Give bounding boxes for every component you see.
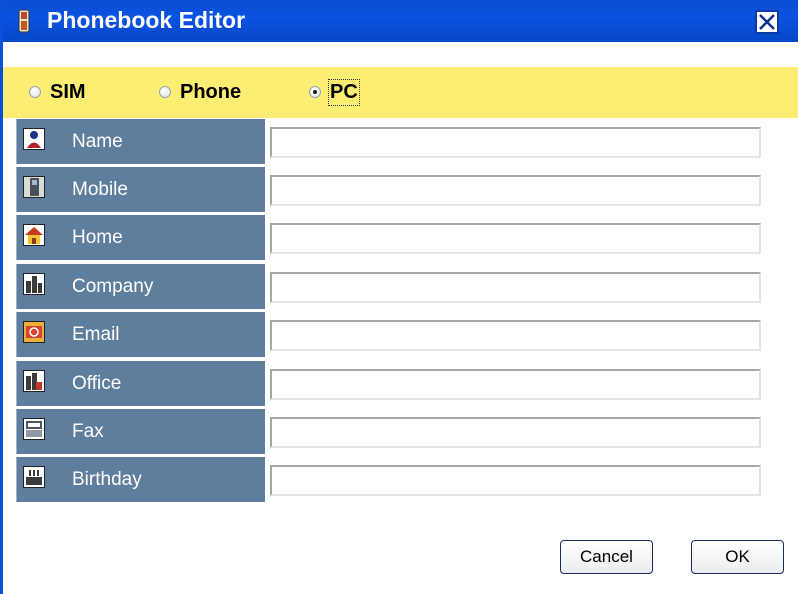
radio-sim[interactable]: SIM — [29, 78, 86, 106]
source-selector-bar: SIM Phone PC — [3, 67, 798, 118]
field-label-office: Office — [72, 373, 122, 394]
radio-sim-label: SIM — [50, 80, 86, 103]
radio-button[interactable] — [159, 86, 171, 98]
field-row-birthday: Birthday — [3, 457, 798, 502]
cancel-button[interactable]: Cancel — [560, 540, 653, 574]
window-title: Phonebook Editor — [47, 7, 246, 33]
fax-icon — [23, 418, 45, 440]
radio-button-selected[interactable] — [309, 86, 321, 98]
field-row-email: Email — [3, 312, 798, 357]
company-building-icon — [23, 273, 45, 295]
field-row-office: Office — [3, 361, 798, 406]
field-label-cell: Office — [16, 361, 265, 406]
field-label-cell: Mobile — [16, 167, 265, 212]
person-icon — [23, 128, 45, 150]
title-bar[interactable]: Phonebook Editor — [3, 0, 798, 42]
birthday-cake-icon — [23, 466, 45, 488]
email-field[interactable] — [270, 320, 761, 351]
field-label-cell: Company — [16, 264, 265, 309]
name-field[interactable] — [270, 127, 761, 158]
radio-phone[interactable]: Phone — [159, 78, 241, 106]
field-label-birthday: Birthday — [72, 469, 142, 490]
office-field[interactable] — [270, 369, 761, 400]
field-label-fax: Fax — [72, 421, 104, 442]
field-label-cell: Email — [16, 312, 265, 357]
field-row-name: Name — [3, 119, 798, 164]
field-row-fax: Fax — [3, 409, 798, 454]
field-label-company: Company — [72, 276, 154, 297]
fax-field[interactable] — [270, 417, 761, 448]
field-row-home: Home — [3, 215, 798, 260]
field-row-mobile: Mobile — [3, 167, 798, 212]
company-field[interactable] — [270, 272, 761, 303]
radio-phone-label: Phone — [180, 80, 242, 103]
close-button[interactable] — [755, 10, 779, 34]
field-label-cell: Name — [16, 119, 265, 164]
phonebook-editor-window: Phonebook Editor SIM Phone PC Name Mobil… — [0, 0, 798, 594]
radio-button[interactable] — [29, 86, 41, 98]
field-label-mobile: Mobile — [72, 179, 128, 200]
field-label-cell: Fax — [16, 409, 265, 454]
field-label-name: Name — [72, 131, 123, 152]
field-label-cell: Home — [16, 215, 265, 260]
mobile-field[interactable] — [270, 175, 761, 206]
ok-button[interactable]: OK — [691, 540, 784, 574]
home-field[interactable] — [270, 223, 761, 254]
radio-pc-label: PC — [328, 78, 360, 106]
close-icon — [759, 14, 775, 30]
birthday-field[interactable] — [270, 465, 761, 496]
radio-pc[interactable]: PC — [309, 78, 360, 106]
field-label-home: Home — [72, 227, 123, 248]
field-row-company: Company — [3, 264, 798, 309]
office-building-icon — [23, 370, 45, 392]
mobile-phone-icon — [23, 176, 45, 198]
house-icon — [23, 224, 45, 246]
phone-icon — [18, 9, 30, 33]
email-icon — [23, 321, 45, 343]
field-label-cell: Birthday — [16, 457, 265, 502]
field-label-email: Email — [72, 324, 120, 345]
